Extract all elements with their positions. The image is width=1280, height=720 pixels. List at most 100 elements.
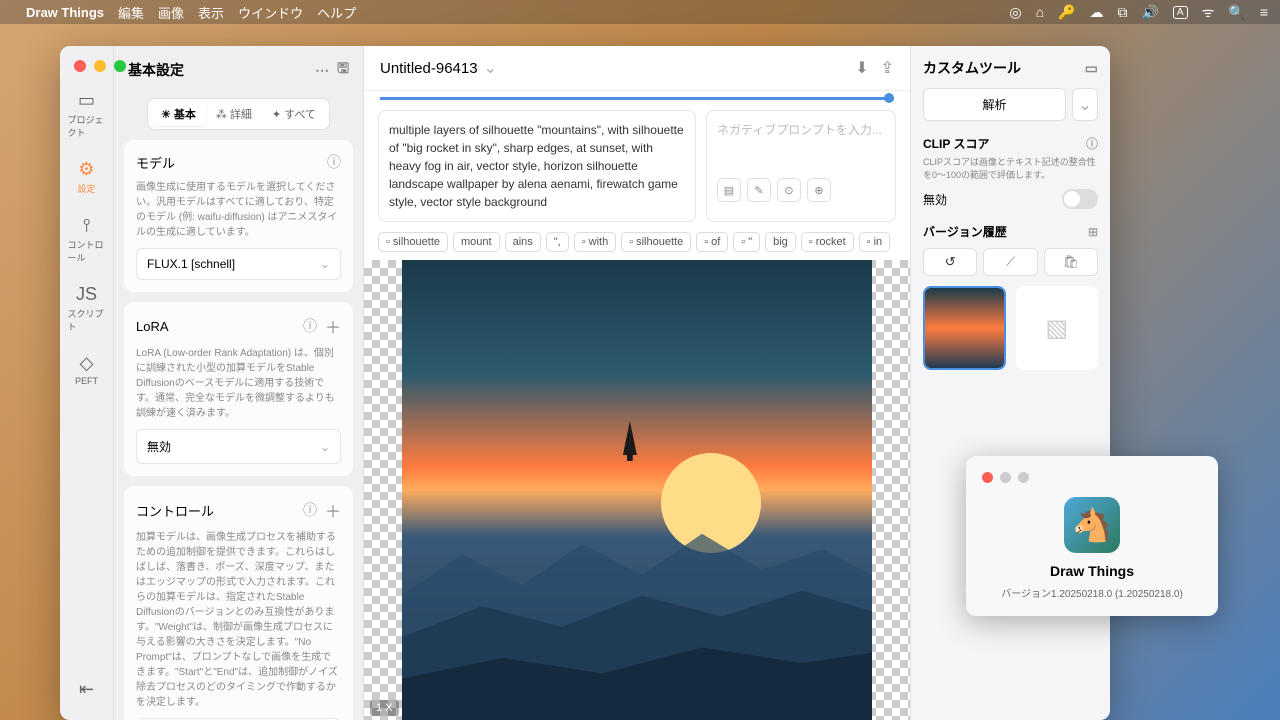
chevron-down-icon[interactable]: ⌄ — [484, 58, 497, 78]
token[interactable]: ▫ silhouette — [378, 232, 448, 252]
about-window: 🐴 Draw Things バージョン1.20250218.0 (1.20250… — [966, 456, 1218, 616]
token[interactable]: ", — [546, 232, 569, 252]
card-control: コントロール ⓘ ＋ 加算モデルは、画像生成プロセスを補助するための追加制御を提供で… — [124, 486, 353, 720]
token[interactable]: ▫ rocket — [801, 232, 854, 252]
wifi-icon[interactable]: ᯤ — [1202, 3, 1215, 22]
menubar-app-name[interactable]: Draw Things — [26, 5, 104, 20]
grid-icon[interactable]: ⊞ — [1088, 225, 1098, 239]
lora-desc: LoRA (Low-order Rank Adaptation) は、個別に訓練… — [136, 346, 341, 421]
stack-icon[interactable]: ⧉ — [1117, 4, 1127, 21]
menu-help[interactable]: ヘルプ — [317, 3, 356, 22]
analyze-dropdown[interactable]: ⌄ — [1072, 88, 1098, 121]
token[interactable]: mount — [453, 232, 500, 252]
menu-window[interactable]: ウインドウ — [238, 3, 303, 22]
control-title: コントロール — [136, 501, 214, 520]
right-panel: カスタムツール ▭ 解析 ⌄ CLIP スコアⓘ CLIPスコアは画像とテキスト… — [910, 46, 1110, 720]
app-icon: 🐴 — [1064, 497, 1120, 553]
status-icon[interactable]: ◎ — [1009, 4, 1021, 21]
side-rail: ▭プロジェクト ⚙設定 ⫯コントロール JSスクリプト ◇PEFT ⇤ — [60, 46, 114, 720]
history-title: バージョン履歴 — [923, 223, 1007, 240]
volume-icon[interactable]: 🔊 — [1141, 4, 1158, 21]
about-app-name: Draw Things — [982, 563, 1202, 579]
info-icon[interactable]: ⓘ — [303, 316, 317, 336]
neg-tool-2[interactable]: ✎ — [747, 178, 771, 202]
more-icon[interactable]: ⋯ — [315, 62, 329, 79]
collapse-icon: ⇤ — [79, 679, 94, 700]
token[interactable]: ▫ silhouette — [621, 232, 691, 252]
input-icon[interactable]: A — [1173, 6, 1188, 19]
info-icon[interactable]: ⓘ — [303, 500, 317, 520]
script-icon: JS — [76, 284, 97, 305]
cloud-icon[interactable]: ☁ — [1089, 4, 1103, 21]
token[interactable]: ▫ of — [696, 232, 728, 252]
sliders-icon: ⫯ — [83, 215, 91, 236]
menu-view[interactable]: 表示 — [198, 3, 224, 22]
basket-button[interactable]: 🛍 — [1044, 248, 1098, 276]
token[interactable]: big — [765, 232, 796, 252]
lora-select[interactable]: 無効⌄ — [136, 429, 341, 464]
status-icon[interactable]: 🔑 — [1058, 4, 1075, 21]
rail-project[interactable]: ▭プロジェクト — [64, 82, 110, 147]
token[interactable]: ains — [505, 232, 541, 252]
tab-detail[interactable]: ⁂ 詳細 — [206, 102, 262, 126]
tab-all[interactable]: ✦ すべて — [262, 102, 326, 126]
document-title[interactable]: Untitled-96413 — [380, 60, 478, 77]
control-desc: 加算モデルは、画像生成プロセスを補助するための追加制御を提供できます。これらはし… — [136, 530, 341, 710]
panel-toggle-icon[interactable]: ▭ — [1085, 60, 1098, 77]
minimize-button — [1000, 472, 1011, 483]
maximize-button[interactable] — [114, 60, 126, 72]
rail-script[interactable]: JSスクリプト — [64, 276, 110, 341]
control-center-icon[interactable]: ≡ — [1260, 4, 1268, 20]
rail-control[interactable]: ⫯コントロール — [64, 207, 110, 272]
card-lora: LoRAⓘ＋ LoRA (Low-order Rank Adaptation) … — [124, 302, 353, 476]
rail-settings[interactable]: ⚙設定 — [64, 151, 110, 203]
search-icon[interactable]: 🔍 — [1228, 4, 1245, 21]
clip-toggle[interactable] — [1062, 189, 1098, 209]
right-title: カスタムツール — [923, 58, 1021, 78]
chevron-down-icon: ⌄ — [320, 440, 330, 454]
project-icon: ▭ — [78, 90, 95, 111]
neg-tool-1[interactable]: ▤ — [717, 178, 741, 202]
menubar: Draw Things 編集 画像 表示 ウインドウ ヘルプ ◎ ⌂ 🔑 ☁ ⧉… — [0, 0, 1280, 24]
menu-image[interactable]: 画像 — [158, 3, 184, 22]
canvas[interactable]: 1 X — [364, 260, 910, 720]
model-select[interactable]: FLUX.1 [schnell]⌄ — [136, 248, 341, 280]
add-button[interactable]: ＋ — [325, 498, 341, 522]
negative-prompt-input[interactable]: ネガティブプロンプトを入力... ▤ ✎ ⊙ ⊕ — [706, 110, 896, 222]
window-controls — [74, 60, 126, 72]
rail-collapse[interactable]: ⇤ — [64, 671, 110, 710]
neg-tool-3[interactable]: ⊙ — [777, 178, 801, 202]
info-icon[interactable]: ⓘ — [1086, 135, 1098, 152]
rail-peft[interactable]: ◇PEFT — [64, 345, 110, 394]
token[interactable]: ▫ " — [733, 232, 760, 252]
info-icon[interactable]: ⓘ — [327, 152, 341, 172]
token[interactable]: ▫ with — [574, 232, 616, 252]
status-icon[interactable]: ⌂ — [1036, 4, 1044, 20]
prompt-input[interactable]: multiple layers of silhouette "mountains… — [378, 110, 696, 222]
settings-tabs: ☀ 基本 ⁂ 詳細 ✦ すべて — [147, 98, 330, 130]
add-button[interactable]: ＋ — [325, 314, 341, 338]
model-desc: 画像生成に使用するモデルを選択してください。汎用モデルはすべてに適しており、特定… — [136, 180, 341, 240]
minimize-button[interactable] — [94, 60, 106, 72]
token-list: ▫ silhouette mount ains ", ▫ with ▫ silh… — [364, 232, 910, 260]
zoom-label: 1 X — [370, 700, 399, 716]
peft-icon: ◇ — [80, 353, 94, 374]
analyze-button[interactable]: 解析 — [923, 88, 1066, 121]
wand-button[interactable]: ⟋ — [983, 248, 1037, 276]
card-model: モデルⓘ 画像生成に使用するモデルを選択してください。汎用モデルはすべてに適して… — [124, 140, 353, 292]
history-button[interactable]: ↺ — [923, 248, 977, 276]
version-thumb-empty[interactable]: ▧ — [1016, 286, 1099, 370]
version-thumb-1[interactable] — [923, 286, 1006, 370]
tab-basic[interactable]: ☀ 基本 — [151, 102, 206, 126]
token[interactable]: ▫ in — [859, 232, 890, 252]
about-version: バージョン1.20250218.0 (1.20250218.0) — [982, 585, 1202, 600]
close-button[interactable] — [982, 472, 993, 483]
center-area: Untitled-96413 ⌄ ⬇ ⇪ multiple layers of … — [364, 46, 910, 720]
close-button[interactable] — [74, 60, 86, 72]
download-icon[interactable]: ⬇ — [855, 58, 868, 78]
share-icon[interactable]: ⇪ — [881, 58, 894, 78]
timeline-slider[interactable] — [380, 97, 894, 100]
neg-tool-4[interactable]: ⊕ — [807, 178, 831, 202]
save-icon[interactable]: 🖫 — [337, 58, 349, 82]
menu-edit[interactable]: 編集 — [118, 3, 144, 22]
